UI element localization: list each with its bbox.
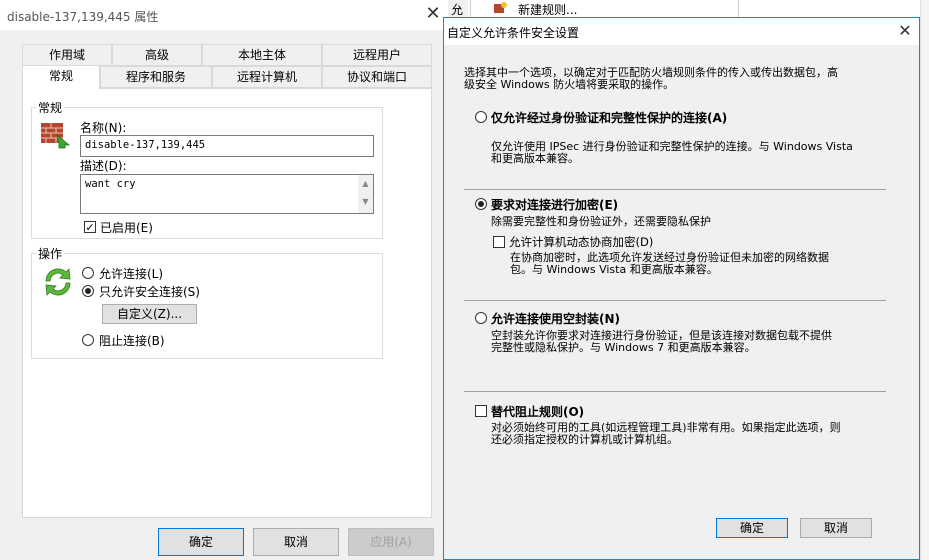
dialog-title: 自定义允许条件安全设置 [447, 26, 580, 40]
cancel-button[interactable]: 取消 [800, 518, 872, 538]
description-scrollbar[interactable]: ▲ ▼ [358, 175, 373, 213]
customize-button[interactable]: 自定义(Z)... [102, 304, 197, 324]
tab-local-principals[interactable]: 本地主体 [202, 44, 322, 66]
null-encapsulation-label: 允许连接使用空封装(N) [491, 312, 621, 326]
close-button[interactable]: ✕ [893, 20, 917, 42]
allow-connection-radio[interactable] [82, 267, 94, 279]
require-encryption-desc: 除需要完整性和身份验证外，还需要隐私保护 [491, 215, 711, 228]
new-rule-icon [493, 1, 507, 15]
rule-properties-dialog: disable-137,139,445 属性 ✕ 作用域 高级 本地主体 远程用… [0, 0, 448, 560]
enabled-checkbox[interactable]: ✓ [84, 221, 96, 233]
tab-programs-services[interactable]: 程序和服务 [100, 66, 212, 88]
secure-only-radio[interactable] [82, 285, 94, 297]
ok-button[interactable]: 确定 [716, 518, 788, 538]
override-block-label: 替代阻止规则(O) [491, 405, 585, 419]
secure-only-label: 只允许安全连接(S) [99, 285, 200, 299]
refresh-arrows-icon [40, 265, 76, 299]
right-edge-panel [920, 0, 929, 560]
require-encryption-radio[interactable] [475, 198, 487, 210]
dynamic-encryption-checkbox[interactable] [493, 236, 505, 248]
authenticated-integrity-radio[interactable] [475, 111, 487, 123]
name-field[interactable]: disable-137,139,445 [80, 135, 374, 157]
general-group-label: 常规 [36, 99, 65, 116]
tab-advanced[interactable]: 高级 [112, 44, 202, 66]
allow-connection-label: 允许连接(L) [99, 267, 164, 281]
title-bar: disable-137,139,445 属性 ✕ [0, 0, 448, 30]
null-encapsulation-desc-2: 完整性或隐私保护。与 Windows 7 和更高版本兼容。 [491, 341, 756, 354]
ok-button[interactable]: 确定 [158, 528, 244, 556]
separator [464, 189, 886, 190]
null-encapsulation-radio[interactable] [475, 312, 487, 324]
description-label: 描述(D): [80, 159, 127, 173]
override-block-checkbox[interactable] [475, 405, 487, 417]
name-label: 名称(N): [80, 121, 127, 135]
background-title-fragment: 允 [451, 3, 464, 17]
require-encryption-label: 要求对连接进行加密(E) [491, 198, 619, 212]
separator [464, 391, 886, 392]
new-rule-action[interactable]: 新建规则... [518, 1, 577, 18]
tab-protocols-ports[interactable]: 协议和端口 [322, 66, 432, 88]
title-bar: 自定义允许条件安全设置 ✕ [444, 18, 919, 45]
description-field[interactable]: want cry [80, 174, 374, 214]
tab-remote-users[interactable]: 远程用户 [322, 44, 432, 66]
authenticated-integrity-label: 仅允许经过身份验证和完整性保护的连接(A) [491, 111, 728, 125]
tab-general[interactable]: 常规 [22, 65, 100, 89]
tab-scope[interactable]: 作用域 [22, 44, 112, 66]
action-group-label: 操作 [36, 245, 65, 262]
firewall-rule-icon [39, 119, 73, 149]
tab-remote-computers[interactable]: 远程计算机 [212, 66, 322, 88]
block-connection-label: 阻止连接(B) [99, 334, 165, 348]
dialog-title: disable-137,139,445 属性 [7, 10, 159, 24]
cancel-button[interactable]: 取消 [253, 528, 339, 556]
intro-line-2: 级安全 Windows 防火墙将要采取的操作。 [464, 78, 675, 91]
tab-panel-general: 常规 名称(N): disable-137,139,445 描述(D): wan… [22, 88, 432, 518]
block-connection-radio[interactable] [82, 334, 94, 346]
apply-button[interactable]: 应用(A) [348, 528, 434, 556]
separator [464, 300, 886, 301]
enabled-label: 已启用(E) [100, 221, 153, 235]
authenticated-integrity-desc-2: 和更高版本兼容。 [491, 152, 579, 165]
override-block-desc-2: 还必须指定授权的计算机或计算机组。 [491, 433, 678, 446]
dynamic-encryption-desc-2: 包。与 Windows Vista 和更高版本兼容。 [510, 263, 718, 276]
dynamic-encryption-label: 允许计算机动态协商加密(D) [509, 235, 654, 249]
custom-security-settings-dialog: 自定义允许条件安全设置 ✕ 选择其中一个选项，以确定对于匹配防火墙规则条件的传入… [443, 17, 920, 560]
